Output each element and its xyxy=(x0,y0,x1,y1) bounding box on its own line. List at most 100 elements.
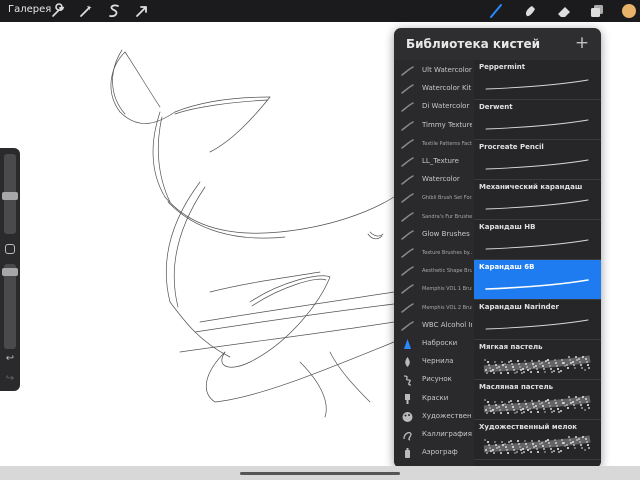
brush-set-item[interactable]: Textile Patterns Fact... xyxy=(394,135,474,153)
brush-stroke-icon xyxy=(401,192,414,204)
brush-set-item[interactable]: Ult Watercolor xyxy=(394,62,474,80)
wrench-icon[interactable] xyxy=(50,3,66,19)
brush-set-item[interactable]: Наброски xyxy=(394,335,474,353)
brush-stroke-icon xyxy=(401,283,414,295)
magic-wand-icon[interactable] xyxy=(78,3,94,19)
brush-stroke-icon xyxy=(401,265,414,277)
brush-name: Механический карандаш xyxy=(479,183,583,191)
brush-stroke-preview xyxy=(482,353,593,377)
brush-set-item[interactable]: Sandra's Fur Brushes xyxy=(394,208,474,226)
modify-button[interactable] xyxy=(5,244,15,254)
brush-stroke-preview xyxy=(482,433,593,457)
brush-name: Масляная пастель xyxy=(479,383,554,391)
brush-set-label: Texture Brushes by... xyxy=(422,250,472,256)
brush-set-item[interactable]: Рисунок xyxy=(394,371,474,389)
brush-item[interactable]: Карандаш Narinder xyxy=(474,300,601,340)
arrow-cursor-icon[interactable] xyxy=(134,3,150,19)
layers-icon[interactable] xyxy=(589,3,605,19)
brush-set-item[interactable]: Ghibli Brush Set For... xyxy=(394,189,474,207)
brush-set-label: Каллиграфия xyxy=(422,430,472,438)
brush-set-label: Memphis VOL 1 Brus... xyxy=(422,286,472,293)
brush-stroke-icon xyxy=(401,101,414,113)
brush-icon[interactable] xyxy=(488,3,504,19)
brush-set-label: Textile Patterns Fact... xyxy=(422,140,472,147)
add-brush-set-button[interactable]: + xyxy=(573,33,591,53)
eraser-icon[interactable] xyxy=(556,3,572,19)
brush-item[interactable]: Мягкая пастель xyxy=(474,340,601,380)
brush-set-item[interactable]: Чернила xyxy=(394,353,474,371)
brush-set-item[interactable]: LL_Texture xyxy=(394,153,474,171)
brush-item[interactable]: Художественный мелок xyxy=(474,420,601,460)
brush-set-item[interactable]: Аэрограф xyxy=(394,444,474,462)
brush-size-thumb[interactable] xyxy=(2,192,18,200)
brush-stroke-preview xyxy=(482,233,593,257)
brush-set-label: Краски xyxy=(422,393,449,402)
brush-set-item[interactable]: WBC Alcohol Inks xyxy=(394,317,474,335)
brush-stroke-preview xyxy=(482,273,593,297)
brush-set-item[interactable]: Художественные xyxy=(394,408,474,426)
panel-header: Библиотека кистей + xyxy=(394,28,601,60)
top-toolbar: Галерея xyxy=(0,0,640,22)
brush-set-item[interactable]: Memphis VOL 1 Brus... xyxy=(394,280,474,298)
brush-stroke-preview xyxy=(482,113,593,137)
gallery-button[interactable]: Галерея xyxy=(8,4,51,15)
brush-set-label: Memphis VOL 2 Brus... xyxy=(422,304,472,311)
brush-item[interactable]: Механический карандаш xyxy=(474,180,601,220)
brush-name: Карандаш HB xyxy=(479,223,536,231)
redo-icon[interactable]: ↪ xyxy=(4,374,16,384)
opacity-thumb[interactable] xyxy=(2,268,18,276)
brush-set-label: Glow Brushes xyxy=(422,229,470,238)
brush-set-item[interactable]: Watercolor xyxy=(394,171,474,189)
brush-item[interactable]: Peppermint xyxy=(474,60,601,100)
paint-brush-icon xyxy=(401,393,414,405)
brush-set-item[interactable]: Каллиграфия xyxy=(394,426,474,444)
pencil-tip-icon xyxy=(401,338,414,350)
opacity-slider[interactable] xyxy=(4,264,16,349)
brush-stroke-icon xyxy=(401,174,414,186)
brush-set-item[interactable]: Memphis VOL 2 Brus... xyxy=(394,299,474,317)
brush-stroke-icon xyxy=(401,302,414,314)
brush-item[interactable]: Derwent xyxy=(474,100,601,140)
brush-stroke-icon xyxy=(401,65,414,77)
brush-set-label: Аэрограф xyxy=(422,448,458,457)
brush-stroke-preview xyxy=(482,73,593,97)
brush-item[interactable]: Карандаш HB xyxy=(474,220,601,260)
brush-set-label: Чернила xyxy=(422,357,454,366)
brush-set-label: Наброски xyxy=(422,339,458,347)
panel-title: Библиотека кистей xyxy=(406,37,541,51)
brush-set-item[interactable]: Texture Brushes by... xyxy=(394,244,474,262)
brush-stroke-icon xyxy=(401,211,414,223)
ink-drop-icon xyxy=(401,356,414,368)
brush-item[interactable]: Масляная пастель xyxy=(474,380,601,420)
brush-set-item[interactable]: Timmy Textures xyxy=(394,117,474,135)
brush-stroke-icon xyxy=(401,229,414,241)
brush-name: Peppermint xyxy=(479,63,526,71)
brush-stroke-preview xyxy=(482,153,593,177)
brush-set-item[interactable]: Aesthetic Shape Brus... xyxy=(394,262,474,280)
squiggle-icon xyxy=(401,374,414,387)
brush-name: Procreate Pencil xyxy=(479,143,544,151)
color-swatch[interactable] xyxy=(622,4,636,18)
brush-set-label: WBC Alcohol Inks xyxy=(422,320,472,329)
brush-stroke-icon xyxy=(401,320,414,332)
brush-set-label: Watercolor Kit xyxy=(422,84,472,93)
brush-name: Карандаш Narinder xyxy=(479,303,559,311)
brush-set-item[interactable]: Watercolor Kit xyxy=(394,80,474,98)
smudge-icon[interactable] xyxy=(522,3,538,19)
home-indicator[interactable] xyxy=(240,472,400,475)
brush-set-label: Watercolor xyxy=(422,175,460,184)
brush-item[interactable]: Карандаш 6B xyxy=(474,260,601,300)
brush-name: Мягкая пастель xyxy=(479,343,543,351)
brush-library-panel: Библиотека кистей + Ult Watercolor Waterc… xyxy=(394,28,601,468)
undo-icon[interactable]: ↩ xyxy=(4,354,16,364)
selection-s-icon[interactable] xyxy=(106,3,122,19)
brush-item[interactable]: Procreate Pencil xyxy=(474,140,601,180)
brush-name: Derwent xyxy=(479,103,513,111)
airbrush-icon xyxy=(401,447,414,459)
brush-set-item[interactable]: Di Watercolor xyxy=(394,98,474,116)
brush-set-item[interactable]: Краски xyxy=(394,390,474,408)
brush-stroke-preview xyxy=(482,393,593,417)
brush-set-label: Di Watercolor xyxy=(422,102,470,111)
brush-set-item[interactable]: Glow Brushes xyxy=(394,226,474,244)
calligraphy-icon xyxy=(401,429,414,441)
